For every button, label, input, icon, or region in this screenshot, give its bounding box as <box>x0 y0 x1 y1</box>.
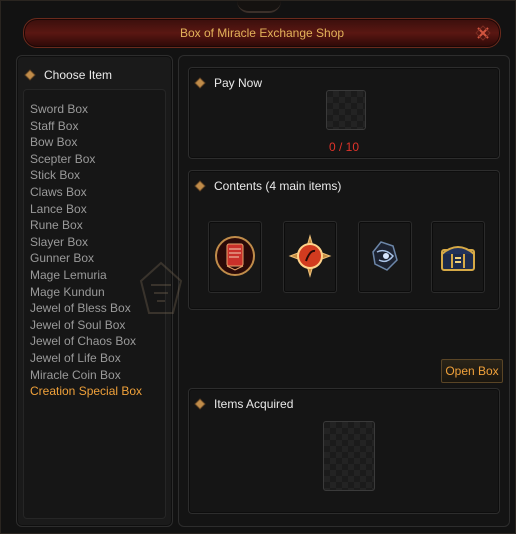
contents-heading: Contents (4 main items) <box>214 179 342 193</box>
diamond-bullet-icon <box>25 70 35 80</box>
contents-header: Contents (4 main items) <box>195 179 342 193</box>
diamond-bullet-icon <box>195 181 205 191</box>
list-item-bow-box[interactable]: Bow Box <box>30 134 161 151</box>
contents-section: Contents (4 main items) <box>188 170 500 310</box>
list-item-sword-box[interactable]: Sword Box <box>30 101 161 118</box>
diamond-bullet-icon <box>195 78 205 88</box>
list-item-jewel-of-chaos-box[interactable]: Jewel of Chaos Box <box>30 333 161 350</box>
dark-gem-icon <box>372 241 398 271</box>
content-item-2[interactable] <box>283 221 337 293</box>
list-item-jewel-of-life-box[interactable]: Jewel of Life Box <box>30 350 161 367</box>
items-acquired-header: Items Acquired <box>195 397 294 411</box>
pay-now-heading: Pay Now <box>214 76 263 90</box>
payment-slot[interactable] <box>326 90 366 130</box>
list-item-jewel-of-soul-box[interactable]: Jewel of Soul Box <box>30 317 161 334</box>
list-item-claws-box[interactable]: Claws Box <box>30 184 161 201</box>
sun-emblem-icon <box>288 234 332 278</box>
list-item-scepter-box[interactable]: Scepter Box <box>30 151 161 168</box>
list-item-rune-box[interactable]: Rune Box <box>30 217 161 234</box>
item-list: Sword Box Staff Box Bow Box Scepter Box … <box>30 101 161 400</box>
content-item-3[interactable] <box>358 221 412 293</box>
open-box-button[interactable]: Open Box <box>441 359 503 383</box>
list-item-stick-box[interactable]: Stick Box <box>30 167 161 184</box>
window-title: Box of Miracle Exchange Shop <box>179 26 345 40</box>
top-ornament <box>237 1 281 13</box>
list-item-lance-box[interactable]: Lance Box <box>30 201 161 218</box>
pay-now-section: Pay Now 0 / 10 <box>188 67 500 159</box>
diamond-bullet-icon <box>195 399 205 409</box>
list-item-staff-box[interactable]: Staff Box <box>30 118 161 135</box>
shop-window: Box of Miracle Exchange Shop Choose Item… <box>0 0 516 534</box>
items-acquired-heading: Items Acquired <box>214 397 294 411</box>
list-item-miracle-coin-box[interactable]: Miracle Coin Box <box>30 367 161 384</box>
red-scroll-icon <box>215 236 255 276</box>
choose-item-heading: Choose Item <box>44 68 113 82</box>
acquired-item-slot[interactable] <box>323 421 375 491</box>
title-bar: Box of Miracle Exchange Shop <box>23 18 501 48</box>
close-icon[interactable] <box>474 24 492 42</box>
treasure-chest-icon <box>441 246 475 271</box>
payment-count: 0 / 10 <box>328 140 360 154</box>
choose-item-header: Choose Item <box>25 68 113 82</box>
items-acquired-section: Items Acquired <box>188 388 500 514</box>
content-item-1[interactable] <box>208 221 262 293</box>
content-item-4[interactable] <box>431 221 485 293</box>
list-item-slayer-box[interactable]: Slayer Box <box>30 234 161 251</box>
list-item-creation-special-box[interactable]: Creation Special Box <box>30 383 161 400</box>
center-ornament <box>139 261 183 314</box>
pay-now-header: Pay Now <box>195 76 263 90</box>
